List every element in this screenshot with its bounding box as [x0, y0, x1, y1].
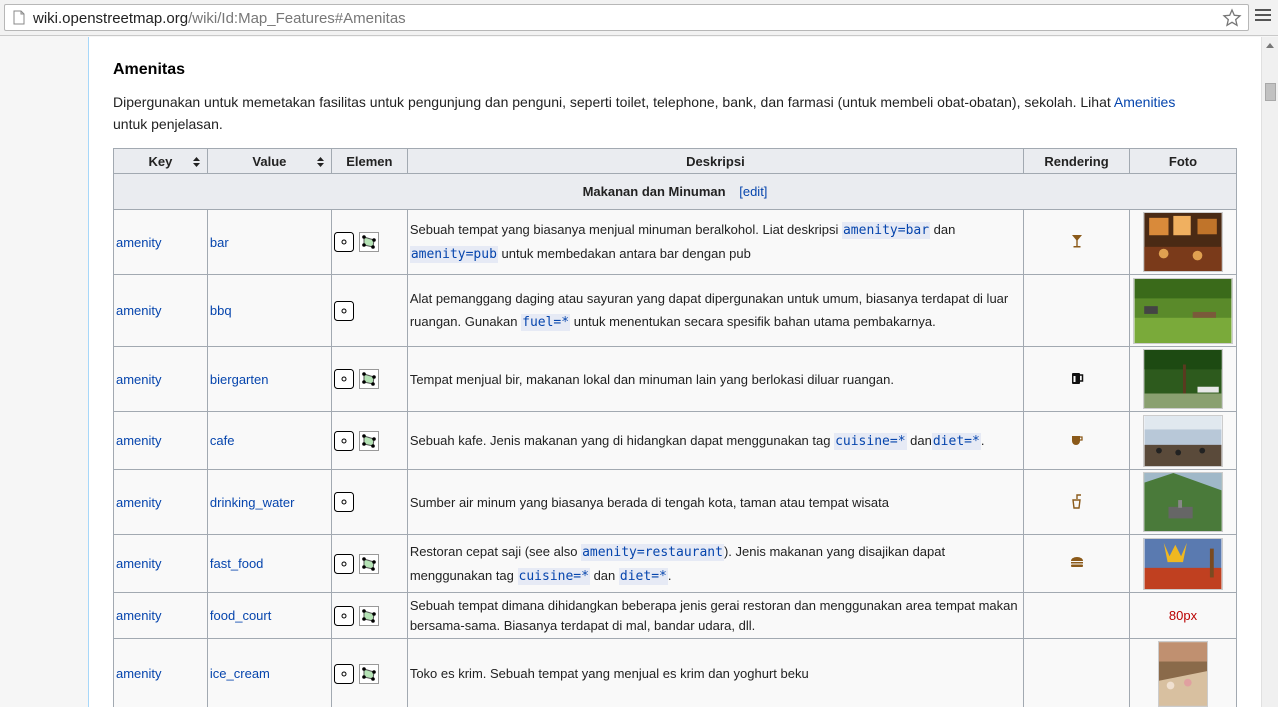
drinking-water-photo[interactable]	[1142, 472, 1223, 532]
key-link[interactable]: amenity	[116, 372, 162, 387]
sort-icon[interactable]	[316, 157, 324, 167]
table-row: amenity drinking_water Sumber air minum …	[113, 469, 1238, 535]
scroll-up-arrow-icon[interactable]	[1266, 43, 1274, 48]
amenities-link[interactable]: Amenities	[1114, 94, 1175, 110]
node-icon	[333, 663, 354, 684]
description-cell: Toko es krim. Sebuah tempat yang menjual…	[406, 638, 1025, 707]
biergarten-photo[interactable]	[1142, 349, 1223, 409]
table-header-row: Key Value Elemen Deskripsi Rendering Fot…	[113, 148, 1238, 174]
header-rendering: Rendering	[1023, 148, 1130, 174]
table-row: amenity bar Sebuah tempat yang biasanya …	[113, 209, 1238, 275]
header-key[interactable]: Key	[113, 148, 208, 174]
ice-cream-photo[interactable]	[1157, 640, 1208, 707]
group-title: Makanan dan Minuman	[582, 184, 726, 199]
key-link[interactable]: amenity	[116, 608, 162, 623]
missing-photo-link[interactable]: 80px	[1169, 608, 1197, 623]
value-link[interactable]: biergarten	[210, 372, 269, 387]
area-icon	[359, 663, 380, 684]
burger-icon	[1070, 557, 1083, 567]
address-bar[interactable]: wiki.openstreetmap.org/wiki/Id:Map_Featu…	[4, 4, 1249, 31]
section-intro: Dipergunakan untuk memetakan fasilitas u…	[113, 91, 1223, 135]
page-icon	[13, 10, 25, 25]
tag-code[interactable]: cuisine=*	[834, 432, 907, 450]
value-link[interactable]: food_court	[210, 608, 271, 623]
tag-code[interactable]: amenity=pub	[409, 246, 498, 263]
area-icon	[359, 232, 380, 252]
value-link[interactable]: ice_cream	[210, 666, 270, 681]
key-link[interactable]: amenity	[116, 556, 162, 571]
node-icon	[333, 300, 354, 321]
drinking-water-icon	[1071, 493, 1081, 509]
tag-code[interactable]: diet=*	[931, 432, 981, 450]
intro-tail: untuk penjelasan.	[113, 116, 223, 132]
intro-text: Dipergunakan untuk memetakan fasilitas u…	[113, 94, 1114, 110]
value-link[interactable]: drinking_water	[210, 495, 295, 510]
description-cell: Sebuah tempat yang biasanya menjual minu…	[406, 209, 1025, 275]
value-link[interactable]: cafe	[210, 433, 235, 448]
page-viewport: Amenitas Dipergunakan untuk memetakan fa…	[0, 37, 1261, 707]
browser-toolbar: wiki.openstreetmap.org/wiki/Id:Map_Featu…	[0, 0, 1278, 36]
key-link[interactable]: amenity	[116, 495, 162, 510]
table-row: amenity cafe Sebuah kafe. Jenis makanan …	[113, 411, 1238, 470]
scroll-thumb[interactable]	[1265, 83, 1276, 101]
section-heading: Amenitas	[113, 61, 186, 78]
fast-food-photo[interactable]	[1142, 537, 1223, 590]
area-icon	[359, 430, 380, 451]
url-host: wiki.openstreetmap.org	[33, 10, 189, 27]
tag-code[interactable]: cuisine=*	[517, 567, 590, 585]
area-icon	[359, 605, 380, 626]
map-features-table: Key Value Elemen Deskripsi Rendering Fot…	[113, 148, 1238, 707]
table-row: amenity fast_food Restoran cepat saji (s…	[113, 534, 1238, 593]
node-icon	[333, 430, 354, 451]
description-cell: Tempat menjual bir, makanan lokal dan mi…	[406, 346, 1025, 412]
value-link[interactable]: bar	[210, 235, 229, 250]
description-cell: Alat pemanggang daging atau sayuran yang…	[406, 274, 1025, 347]
header-element: Elemen	[330, 148, 408, 174]
tag-code[interactable]: amenity=restaurant	[581, 543, 724, 561]
value-link[interactable]: fast_food	[210, 556, 264, 571]
key-link[interactable]: amenity	[116, 235, 162, 250]
cocktail-glass-icon	[1071, 234, 1082, 247]
description-cell: Sebuah tempat dimana dihidangkan beberap…	[406, 592, 1025, 639]
url-path: /wiki/Id:Map_Features#Amenitas	[188, 10, 406, 27]
coffee-cup-icon	[1071, 436, 1083, 445]
node-icon	[333, 492, 354, 512]
node-icon	[333, 369, 354, 389]
group-edit-link[interactable]: [edit]	[739, 184, 767, 199]
node-icon	[333, 232, 354, 252]
key-link[interactable]: amenity	[116, 433, 162, 448]
tag-code[interactable]: amenity=bar	[841, 222, 931, 239]
bar-photo[interactable]	[1142, 212, 1223, 272]
key-link[interactable]: amenity	[116, 666, 162, 681]
header-value[interactable]: Value	[206, 148, 332, 174]
sort-icon[interactable]	[192, 157, 200, 167]
description-cell: Sumber air minum yang biasanya berada di…	[406, 469, 1025, 535]
bbq-photo[interactable]	[1132, 277, 1233, 344]
vertical-scrollbar[interactable]	[1261, 37, 1278, 707]
tag-code[interactable]: diet=*	[618, 567, 668, 585]
bookmark-star-icon[interactable]	[1222, 8, 1242, 28]
header-photo: Foto	[1128, 148, 1238, 174]
url-text: wiki.openstreetmap.org/wiki/Id:Map_Featu…	[33, 10, 406, 27]
header-description: Deskripsi	[406, 148, 1025, 174]
description-cell: Restoran cepat saji (see also amenity=re…	[406, 534, 1025, 593]
beer-mug-icon	[1071, 372, 1083, 384]
node-icon	[333, 605, 354, 626]
table-row: amenity biergarten Tempat menjual bir, m…	[113, 346, 1238, 412]
table-row: amenity food_court Sebuah tempat dimana …	[113, 592, 1238, 639]
area-icon	[359, 553, 380, 574]
cafe-photo[interactable]	[1142, 414, 1223, 467]
table-row: amenity ice_cream Toko es krim. Sebuah t…	[113, 638, 1238, 707]
key-link[interactable]: amenity	[116, 303, 162, 318]
description-cell: Sebuah kafe. Jenis makanan yang di hidan…	[406, 411, 1025, 470]
wiki-content: Amenitas Dipergunakan untuk memetakan fa…	[88, 37, 1261, 707]
table-row: amenity bbq Alat pemanggang daging atau …	[113, 274, 1238, 347]
browser-menu-icon[interactable]	[1255, 9, 1271, 25]
value-link[interactable]: bbq	[210, 303, 232, 318]
tag-code[interactable]: fuel=*	[521, 314, 571, 331]
area-icon	[359, 369, 380, 389]
group-header-row: Makanan dan Minuman [edit]	[113, 173, 1237, 210]
node-icon	[333, 553, 354, 574]
